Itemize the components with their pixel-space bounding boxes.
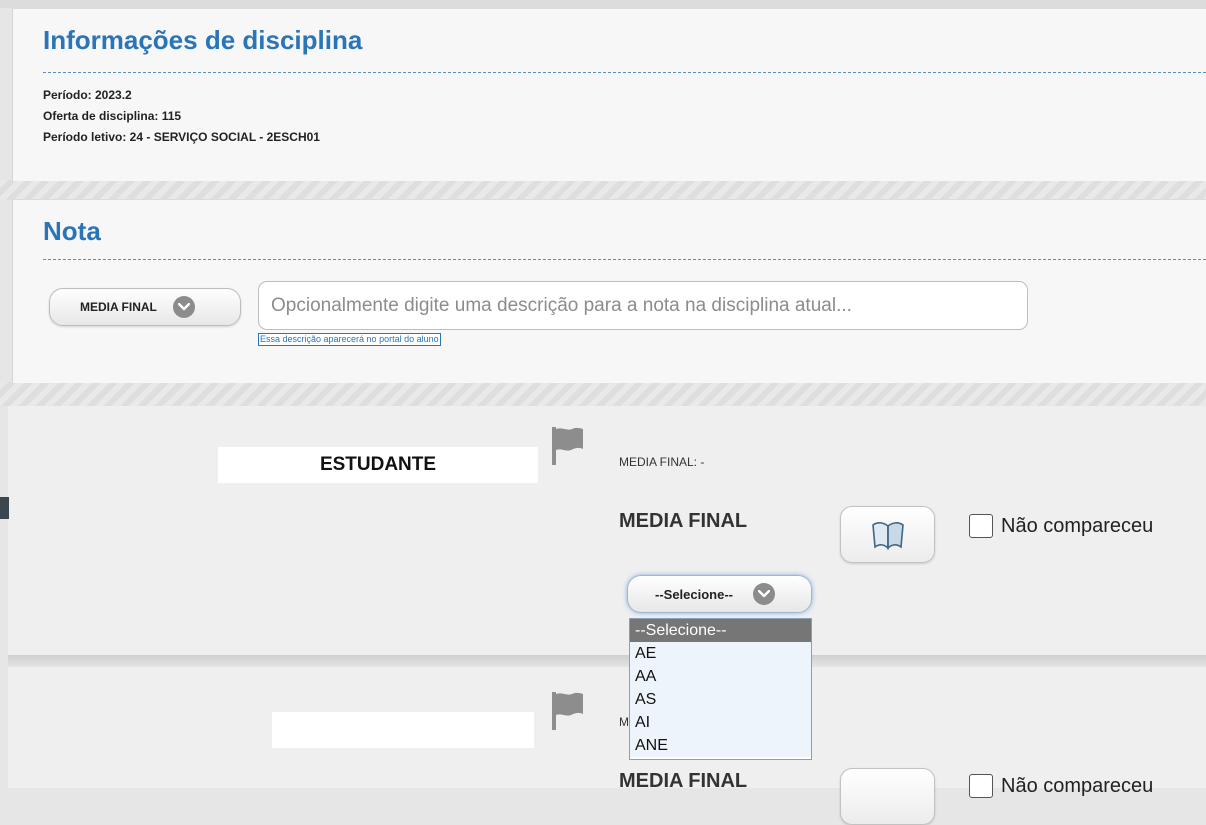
absent-checkbox[interactable]: Não compareceu	[969, 774, 1153, 798]
book-button[interactable]	[840, 768, 935, 825]
flag-icon[interactable]	[552, 692, 584, 730]
option-ai[interactable]: AI	[630, 711, 811, 734]
stripe-divider	[0, 180, 1206, 200]
student-name: ESTUDANTE	[319, 454, 437, 475]
option-selecione[interactable]: --Selecione--	[630, 619, 811, 642]
student-name-box	[272, 712, 534, 748]
note-type-select[interactable]: MEDIA FINAL	[49, 288, 241, 326]
option-aa[interactable]: AA	[630, 665, 811, 688]
checkbox-box[interactable]	[969, 514, 993, 538]
absent-checkbox[interactable]: Não compareceu	[969, 514, 1153, 538]
periodo-letivo-text: Período letivo: 24 - SERVIÇO SOCIAL - 2E…	[43, 130, 320, 144]
flag-icon[interactable]	[552, 427, 584, 465]
book-icon	[871, 521, 904, 550]
side-strip	[0, 497, 9, 519]
info-card: Informações de disciplina Período: 2023.…	[12, 8, 1206, 181]
option-ae[interactable]: AE	[630, 642, 811, 665]
grade-options-list[interactable]: --Selecione-- AE AA AS AI ANE	[629, 618, 812, 760]
description-hint: Essa descrição aparecerá no portal do al…	[258, 333, 441, 346]
info-title: Informações de disciplina	[43, 25, 363, 55]
oferta-text: Oferta de disciplina: 115	[43, 109, 182, 123]
absent-label: Não compareceu	[1001, 774, 1154, 797]
periodo-text: Período: 2023.2	[43, 88, 132, 102]
book-button[interactable]	[840, 506, 935, 563]
absent-label: Não compareceu	[1001, 514, 1154, 537]
note-type-label: MEDIA FINAL	[80, 300, 157, 314]
top-shadow	[0, 0, 1206, 8]
row-divider	[8, 655, 1206, 667]
divider	[43, 72, 1206, 73]
chevron-down-icon	[753, 583, 776, 605]
option-ane[interactable]: ANE	[630, 734, 811, 757]
nota-title: Nota	[43, 216, 101, 246]
stripe-divider	[0, 382, 1206, 406]
chevron-down-icon	[172, 296, 195, 318]
grade-label: MEDIA FINAL	[619, 510, 748, 532]
grade-summary: MEDIA FINAL: -	[619, 455, 705, 469]
grade-summary: M	[619, 715, 629, 729]
grade-select[interactable]: --Selecione--	[627, 575, 812, 613]
grade-label: MEDIA FINAL	[619, 770, 748, 792]
grade-select-value: --Selecione--	[655, 586, 734, 602]
student-row	[8, 667, 1206, 788]
option-as[interactable]: AS	[630, 688, 811, 711]
note-description-input[interactable]	[258, 281, 1028, 330]
divider	[43, 259, 1206, 260]
checkbox-box[interactable]	[969, 774, 993, 798]
